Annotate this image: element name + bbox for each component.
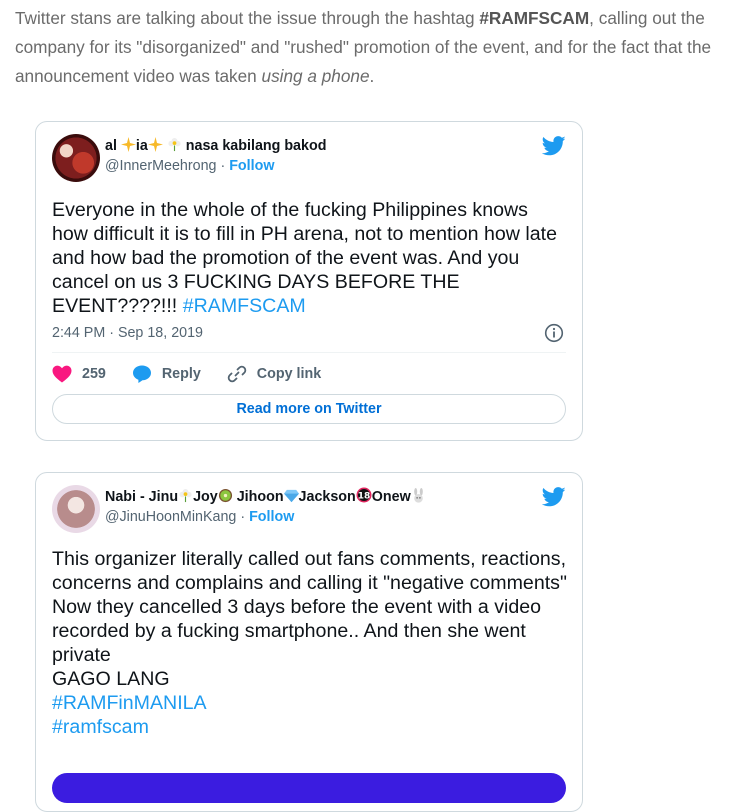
svg-text:18: 18 <box>358 491 371 501</box>
like-count: 259 <box>82 366 106 382</box>
copy-link-button[interactable]: Copy link <box>227 364 321 384</box>
reply-icon <box>132 365 151 383</box>
hashtag-link[interactable]: #RAMFinMANILA <box>52 691 568 715</box>
tweet-text: This organizer literally called out fans… <box>52 547 568 739</box>
info-icon[interactable] <box>544 323 564 343</box>
sparkle-icon <box>120 137 136 152</box>
follow-link[interactable]: Follow <box>229 158 274 174</box>
avatar[interactable] <box>52 485 100 533</box>
media-preview-bar[interactable] <box>52 773 566 803</box>
hashtag-link[interactable]: #ramfscam <box>52 715 568 739</box>
handle-row: @InnerMeehrong · Follow <box>105 158 275 174</box>
handle[interactable]: @InnerMeehrong <box>105 158 216 174</box>
article-intro: Twitter stans are talking about the issu… <box>15 4 740 91</box>
intro-hashtag: #RAMFSCAM <box>479 8 590 28</box>
twitter-bird-icon[interactable] <box>542 487 566 507</box>
intro-italic-text: using a phone <box>261 66 370 86</box>
tweet-author: al ia nasa kabilang bakod @InnerMeehrong… <box>105 136 326 176</box>
embedded-tweet[interactable]: al ia nasa kabilang bakod @InnerMeehrong… <box>35 121 583 441</box>
kiwi-icon <box>218 488 232 503</box>
heart-icon <box>52 365 72 383</box>
display-name[interactable]: Nabi - Jinu Joy Jihoon Jackson 18 Onew <box>105 487 426 507</box>
like-button[interactable]: 259 <box>52 365 106 383</box>
divider <box>52 352 566 353</box>
tweet-author: Nabi - Jinu Joy Jihoon Jackson 18 Onew @Jinu… <box>105 487 426 527</box>
hashtag-link[interactable]: #RAMFSCAM <box>183 295 306 317</box>
reply-button[interactable]: Reply <box>132 364 201 384</box>
twitter-bird-icon[interactable] <box>542 136 566 156</box>
handle-row: @JinuHoonMinKang · Follow <box>105 509 295 525</box>
intro-text: Twitter stans are talking about the issu… <box>15 8 480 28</box>
handle[interactable]: @JinuHoonMinKang <box>105 509 236 525</box>
bunny-icon <box>413 488 423 503</box>
tweet-timestamp[interactable]: 2:44 PM · Sep 18, 2019 <box>52 323 203 343</box>
intro-period: . <box>369 66 375 86</box>
age-18-icon: 18 <box>356 487 372 503</box>
tweet-header: Nabi - Jinu Joy Jihoon Jackson 18 Onew @Jinu… <box>52 485 566 533</box>
tweet-text: Everyone in the whole of the fucking Phi… <box>52 199 557 317</box>
flower-icon <box>179 488 192 503</box>
tweet-text-line: This organizer literally called out fans… <box>52 548 567 594</box>
tweet-actions: 259 Reply Copy link <box>52 362 347 386</box>
display-name[interactable]: al ia nasa kabilang bakod <box>105 136 326 156</box>
tweet-text-line: GAGO LANG <box>52 668 170 690</box>
embedded-tweet[interactable]: Nabi - Jinu Joy Jihoon Jackson 18 Onew @Jinu… <box>35 472 583 812</box>
link-icon <box>227 365 247 383</box>
diamond-icon <box>283 489 299 503</box>
sparkle-icon <box>147 137 163 152</box>
tweet-text-line: Now they cancelled 3 days before the eve… <box>52 596 542 666</box>
follow-link[interactable]: Follow <box>249 509 294 525</box>
read-more-button[interactable]: Read more on Twitter <box>52 394 566 424</box>
avatar[interactable] <box>52 134 100 182</box>
tweet-header: al ia nasa kabilang bakod @InnerMeehrong… <box>52 134 566 182</box>
flower-icon <box>168 137 181 152</box>
